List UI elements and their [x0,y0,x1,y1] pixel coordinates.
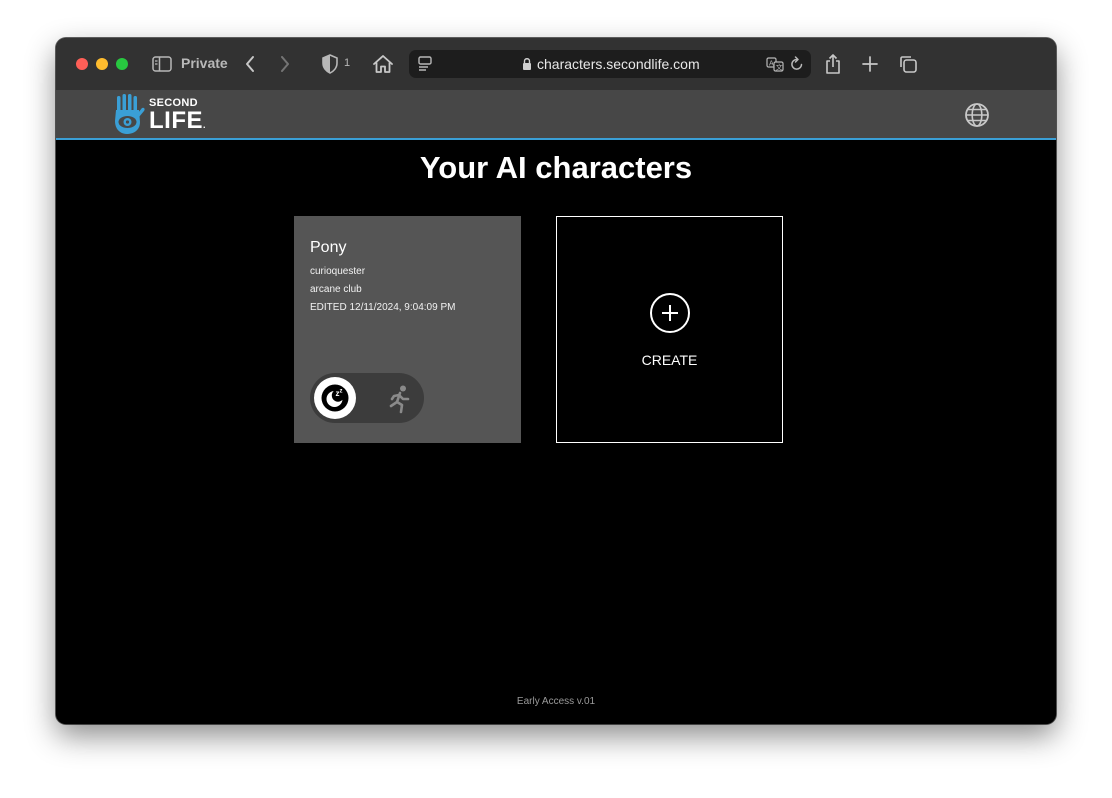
address-bar[interactable]: characters.secondlife.com A文 [409,50,811,78]
logo-life-text: LIFE. [149,106,207,134]
main-content: Your AI characters Pony curioquester arc… [56,140,1056,724]
page-title: Your AI characters [419,150,693,185]
running-person-icon[interactable] [388,384,414,419]
character-location: arcane club [310,284,362,295]
svg-text:z: z [340,389,343,395]
svg-text:A: A [769,61,774,68]
version-footer: Early Access v.01 [516,696,596,707]
browser-window: Private 1 characters.secondlife.com A文 S… [56,38,1056,724]
back-icon[interactable] [240,52,260,76]
share-icon[interactable] [823,52,843,76]
add-circle-icon [649,292,691,339]
second-life-logo[interactable]: SECOND LIFE. [114,94,206,136]
url-text: characters.secondlife.com [537,56,700,72]
create-label: CREATE [641,352,698,368]
privacy-shield-icon[interactable] [322,53,338,75]
home-icon[interactable] [371,52,395,76]
translate-icon[interactable]: A文 [766,56,784,77]
character-card[interactable]: Pony curioquester arcane club EDITED 12/… [294,216,521,443]
hand-eye-logo-icon [115,94,145,134]
reload-icon[interactable] [790,56,804,77]
create-character-card[interactable]: CREATE [556,216,783,443]
lock-icon [522,57,532,76]
toggle-knob[interactable]: z z [314,377,356,419]
sleep-moon-icon: z z [321,384,349,412]
character-owner: curioquester [310,266,366,277]
globe-icon[interactable] [964,102,990,128]
private-mode-label[interactable]: Private [181,55,228,71]
sidebar-toggle-icon[interactable] [152,54,172,74]
site-header: SECOND LIFE. [56,90,1056,140]
svg-text:文: 文 [776,63,783,72]
page-menu-icon[interactable] [418,56,432,77]
browser-toolbar: Private 1 characters.secondlife.com A文 [56,38,1056,91]
minimize-window-button[interactable] [96,58,108,70]
sleep-active-toggle[interactable]: z z [310,373,424,423]
character-name: Pony [310,239,347,256]
tracker-count: 1 [344,57,351,69]
zoom-window-button[interactable] [116,58,128,70]
character-edited: EDITED 12/11/2024, 9:04:09 PM [310,302,456,313]
new-tab-icon[interactable] [859,52,881,76]
forward-icon[interactable] [275,52,295,76]
close-window-button[interactable] [76,58,88,70]
tab-overview-icon[interactable] [897,52,919,76]
